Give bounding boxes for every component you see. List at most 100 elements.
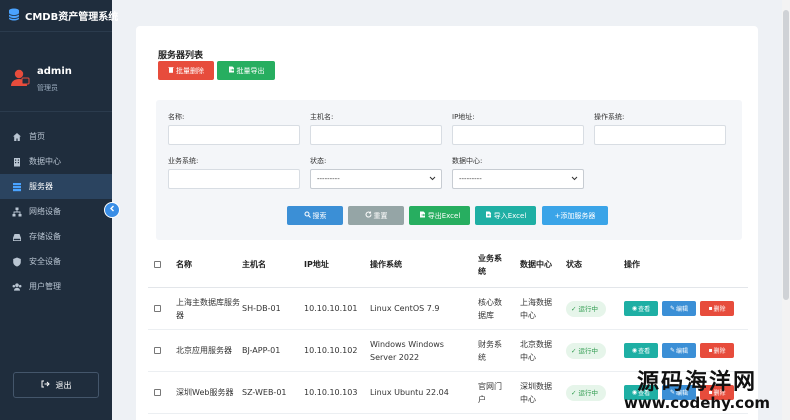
os-filter-input[interactable]: [594, 125, 726, 145]
host-filter-label: 主机名:: [310, 113, 334, 121]
watermark-title: 源码海洋网: [636, 369, 757, 395]
delete-label: 删除: [713, 348, 726, 355]
delete-label: 删除: [713, 306, 726, 313]
sidebar-item-datacenter[interactable]: 数据中心: [0, 149, 112, 174]
status-filter-select[interactable]: ---------: [310, 169, 442, 189]
page-scrollbar[interactable]: [782, 0, 790, 420]
cell-ip: 10.10.10.101: [304, 304, 358, 313]
batch-delete-button[interactable]: 批量删除: [158, 61, 214, 80]
table-row: 北京应用服务器 BJ-APP-01 10.10.10.102 Windows W…: [148, 330, 748, 372]
logout-button[interactable]: 退出: [13, 372, 99, 398]
edit-button[interactable]: ✎ 编辑: [662, 301, 696, 316]
file-export-icon: [228, 66, 235, 75]
users-icon: [12, 282, 22, 292]
cell-biz: 核心数据库: [478, 297, 502, 320]
status-select-value: ---------: [317, 175, 340, 183]
view-button[interactable]: ◉ 查看: [624, 301, 658, 316]
chevron-down-icon: [571, 175, 578, 183]
row-checkbox[interactable]: [154, 389, 161, 396]
brand: CMDB资产管理系统: [0, 0, 118, 32]
cell-os: Linux CentOS 7.9: [370, 304, 440, 313]
os-filter-label: 操作系统:: [594, 113, 625, 121]
page-title: 服务器列表: [158, 51, 204, 61]
biz-filter-input[interactable]: [168, 169, 300, 189]
home-icon: [12, 132, 22, 142]
sidebar-item-label: 数据中心: [29, 157, 61, 166]
sidebar-item-security[interactable]: 安全设备: [0, 249, 112, 274]
search-label: 搜索: [312, 211, 327, 220]
sign-out-icon: [41, 380, 50, 390]
header-host: 主机名: [242, 260, 266, 269]
sidebar-item-home[interactable]: 首页: [0, 124, 112, 149]
view-button[interactable]: ◉ 查看: [624, 343, 658, 358]
sidebar-item-label: 安全设备: [29, 257, 61, 266]
scrollbar-thumb[interactable]: [783, 10, 789, 300]
batch-export-button[interactable]: 批量导出: [217, 61, 275, 80]
cell-dc: 深圳数据中心: [520, 381, 552, 404]
watermark-url: www.codehy.com: [623, 394, 771, 412]
view-label: 查看: [638, 348, 651, 355]
header-status: 状态: [566, 260, 582, 269]
view-label: 查看: [638, 306, 651, 313]
dc-filter-select[interactable]: ---------: [452, 169, 584, 189]
file-export-icon: [419, 211, 426, 220]
name-filter-input[interactable]: [168, 125, 300, 145]
trash-icon: ▪: [708, 305, 713, 312]
add-server-button[interactable]: +添加服务器: [542, 206, 608, 225]
cell-host: SZ-WEB-01: [242, 388, 287, 397]
ip-filter-label: IP地址:: [452, 113, 475, 121]
host-filter-input[interactable]: [310, 125, 442, 145]
cell-ip: 10.10.10.103: [304, 388, 358, 397]
server-icon: [12, 182, 22, 192]
cell-name: 深圳Web服务器: [176, 388, 234, 397]
cell-biz: 官网门户: [478, 381, 502, 404]
delete-button[interactable]: ▪ 删除: [700, 301, 734, 316]
name-filter-label: 名称:: [168, 113, 185, 121]
sidebar-item-storage[interactable]: 存储设备: [0, 224, 112, 249]
sidebar-item-users[interactable]: 用户管理: [0, 274, 112, 299]
status-text: 运行中: [578, 304, 598, 313]
chevron-down-icon: [429, 175, 436, 183]
row-checkbox[interactable]: [154, 347, 161, 354]
status-text: 运行中: [578, 388, 598, 397]
reset-button[interactable]: 重置: [348, 206, 404, 225]
cell-ip: 10.10.10.102: [304, 346, 358, 355]
add-server-label: +添加服务器: [554, 211, 596, 220]
cell-name: 上海主数据库服务器: [176, 297, 240, 320]
cell-biz: 财务系统: [478, 339, 502, 362]
user-panel: admin 管理员: [0, 32, 112, 112]
user-name: admin: [37, 66, 72, 77]
delete-button[interactable]: ▪ 删除: [700, 343, 734, 358]
cell-host: BJ-APP-01: [242, 346, 281, 355]
sidebar-collapse-button[interactable]: [104, 202, 120, 218]
sidebar-menu: 首页 数据中心 服务器 网络设备 存储设备 安全设备 用户管理: [0, 112, 112, 299]
edit-label: 编辑: [676, 348, 689, 355]
sidebar-item-label: 首页: [29, 132, 45, 141]
search-button[interactable]: 搜索: [287, 206, 343, 225]
header-ops: 操作: [624, 260, 640, 269]
database-icon: [8, 6, 20, 25]
header-name: 名称: [176, 260, 192, 269]
export-excel-button[interactable]: 导出Excel: [409, 206, 470, 225]
edit-button[interactable]: ✎ 编辑: [662, 343, 696, 358]
refresh-icon: [365, 211, 372, 220]
ip-filter-input[interactable]: [452, 125, 584, 145]
trash-icon: ▪: [708, 347, 713, 354]
status-badge: ✓ 运行中: [566, 300, 606, 317]
status-text: 运行中: [578, 346, 598, 355]
status-badge: ✓ 运行中: [566, 342, 606, 359]
sidebar-item-label: 用户管理: [29, 282, 61, 291]
watermark: 源码海洋网 www.codehy.com: [604, 370, 790, 420]
select-all-checkbox[interactable]: [154, 261, 161, 268]
sidebar-item-network[interactable]: 网络设备: [0, 199, 112, 224]
user-avatar-icon: [10, 69, 30, 91]
logout-label: 退出: [55, 380, 72, 390]
chevron-left-icon: [109, 205, 116, 215]
import-excel-button[interactable]: 导入Excel: [475, 206, 536, 225]
check-circle-icon: ✓: [571, 304, 577, 313]
row-checkbox[interactable]: [154, 305, 161, 312]
search-icon: [304, 211, 311, 220]
biz-filter-label: 业务系统:: [168, 157, 199, 165]
sidebar-item-servers[interactable]: 服务器: [0, 174, 112, 199]
status-badge: ✓ 运行中: [566, 384, 606, 401]
